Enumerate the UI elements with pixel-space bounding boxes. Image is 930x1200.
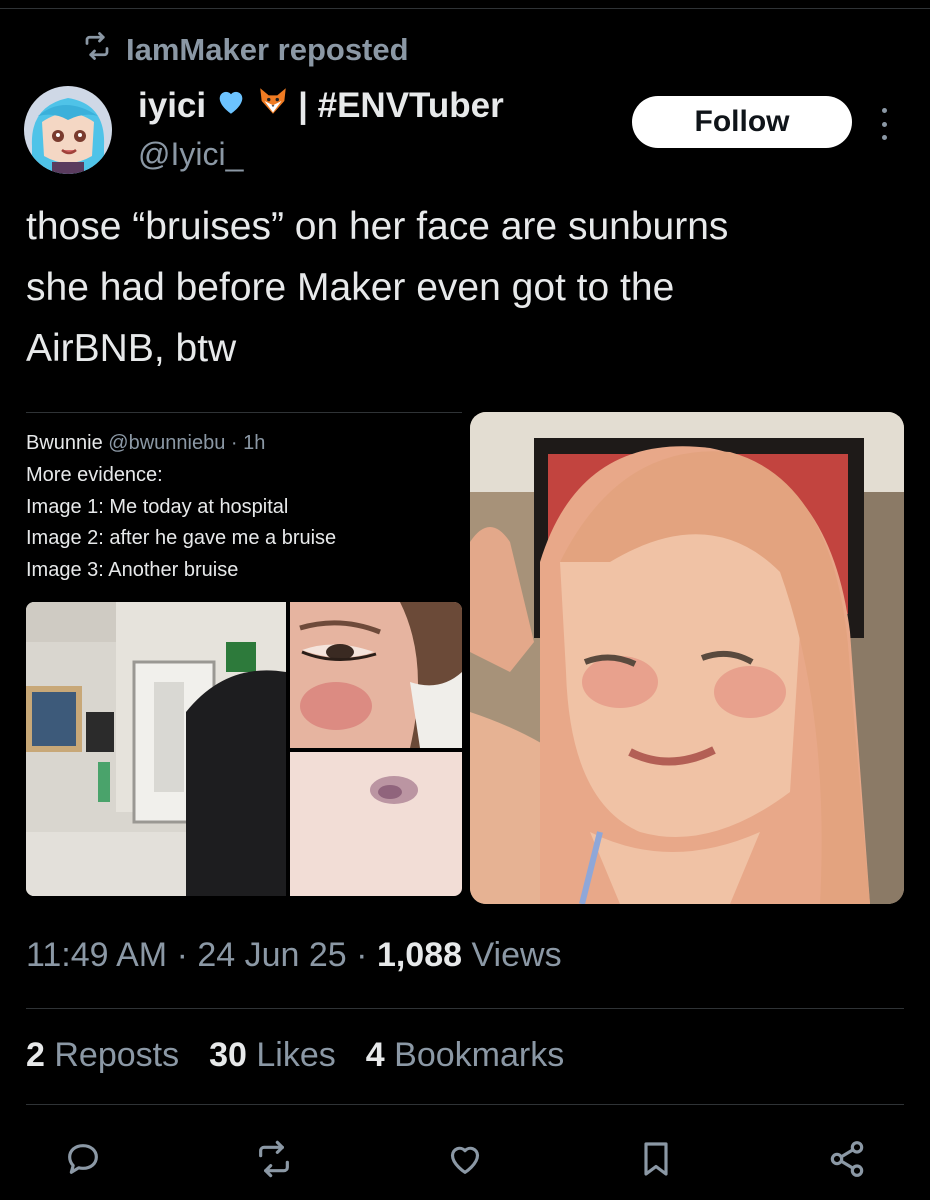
- quoted-divider: [26, 412, 462, 413]
- retweet-icon[interactable]: [251, 1136, 297, 1182]
- quoted-line: Image 1: Me today at hospital: [26, 495, 289, 518]
- reposts-stat[interactable]: 2 Reposts: [26, 1036, 179, 1075]
- follow-button[interactable]: Follow: [632, 96, 852, 148]
- media-image-quoted-screenshot[interactable]: Bwunnie @bwunniebu · 1h More evidence: I…: [26, 412, 462, 898]
- quoted-line: More evidence:: [26, 464, 163, 486]
- likes-stat[interactable]: 30 Likes: [209, 1036, 336, 1075]
- media-image-selfie[interactable]: [470, 412, 904, 904]
- tweet-text: those “bruises” on her face are sunburns…: [26, 205, 729, 370]
- author-handle[interactable]: @Iyici_: [138, 136, 243, 173]
- likes-label: Likes: [256, 1036, 336, 1074]
- top-divider: [0, 8, 930, 9]
- bookmarks-stat[interactable]: 4 Bookmarks: [366, 1036, 564, 1075]
- tweet-meta: 11:49 AM · 24 Jun 25 · 1,088 Views: [26, 936, 562, 975]
- divider: [26, 1104, 904, 1105]
- quoted-line: Image 2: after he gave me a bruise: [26, 527, 337, 549]
- face-bruise-photo: [290, 602, 462, 748]
- fox-emoji: [256, 84, 290, 127]
- meta-separator: ·: [167, 936, 198, 974]
- reposts-label: Reposts: [54, 1036, 180, 1074]
- quoted-text: More evidence: Image 1: Me today at hosp…: [26, 460, 336, 586]
- repost-context[interactable]: IamMaker reposted: [82, 30, 409, 70]
- author-name-row[interactable]: iyici | #ENVTuber: [138, 84, 504, 127]
- heart-icon[interactable]: [442, 1136, 488, 1182]
- author-name[interactable]: iyici: [138, 86, 206, 126]
- engagement-stats: 2 Reposts 30 Likes 4 Bookmarks: [26, 1036, 564, 1075]
- action-bar: [60, 1136, 870, 1182]
- reposts-count: 2: [26, 1036, 45, 1074]
- author-tag: | #ENVTuber: [298, 85, 504, 125]
- bookmarks-count: 4: [365, 1036, 385, 1074]
- tweet-date[interactable]: 24 Jun 25: [197, 936, 346, 975]
- quoted-name: Bwunnie: [26, 432, 103, 454]
- views-space: [462, 936, 471, 975]
- share-icon[interactable]: [824, 1136, 870, 1182]
- views-count[interactable]: 1,088: [377, 936, 462, 975]
- reply-icon[interactable]: [60, 1136, 106, 1182]
- views-label[interactable]: Views: [471, 936, 561, 975]
- quoted-header: Bwunnie @bwunniebu · 1h: [26, 432, 265, 455]
- blue-heart-emoji: [214, 84, 248, 127]
- meta-separator: ·: [346, 936, 377, 974]
- bookmark-icon[interactable]: [633, 1136, 679, 1182]
- quoted-line: Image 3: Another bruise: [26, 558, 239, 581]
- divider: [26, 1008, 904, 1009]
- hospital-room-photo: [26, 602, 286, 896]
- skin-bruise-photo: [290, 752, 462, 896]
- tweet-time[interactable]: 11:49 AM: [26, 936, 167, 975]
- avatar[interactable]: [24, 86, 112, 174]
- repost-text: IamMaker reposted: [126, 32, 409, 67]
- repost-icon: [82, 31, 112, 69]
- likes-count: 30: [209, 1036, 247, 1074]
- more-vertical-icon[interactable]: [872, 104, 896, 144]
- bookmarks-label: Bookmarks: [394, 1036, 565, 1074]
- quoted-handle-time: @bwunniebu · 1h: [108, 432, 266, 454]
